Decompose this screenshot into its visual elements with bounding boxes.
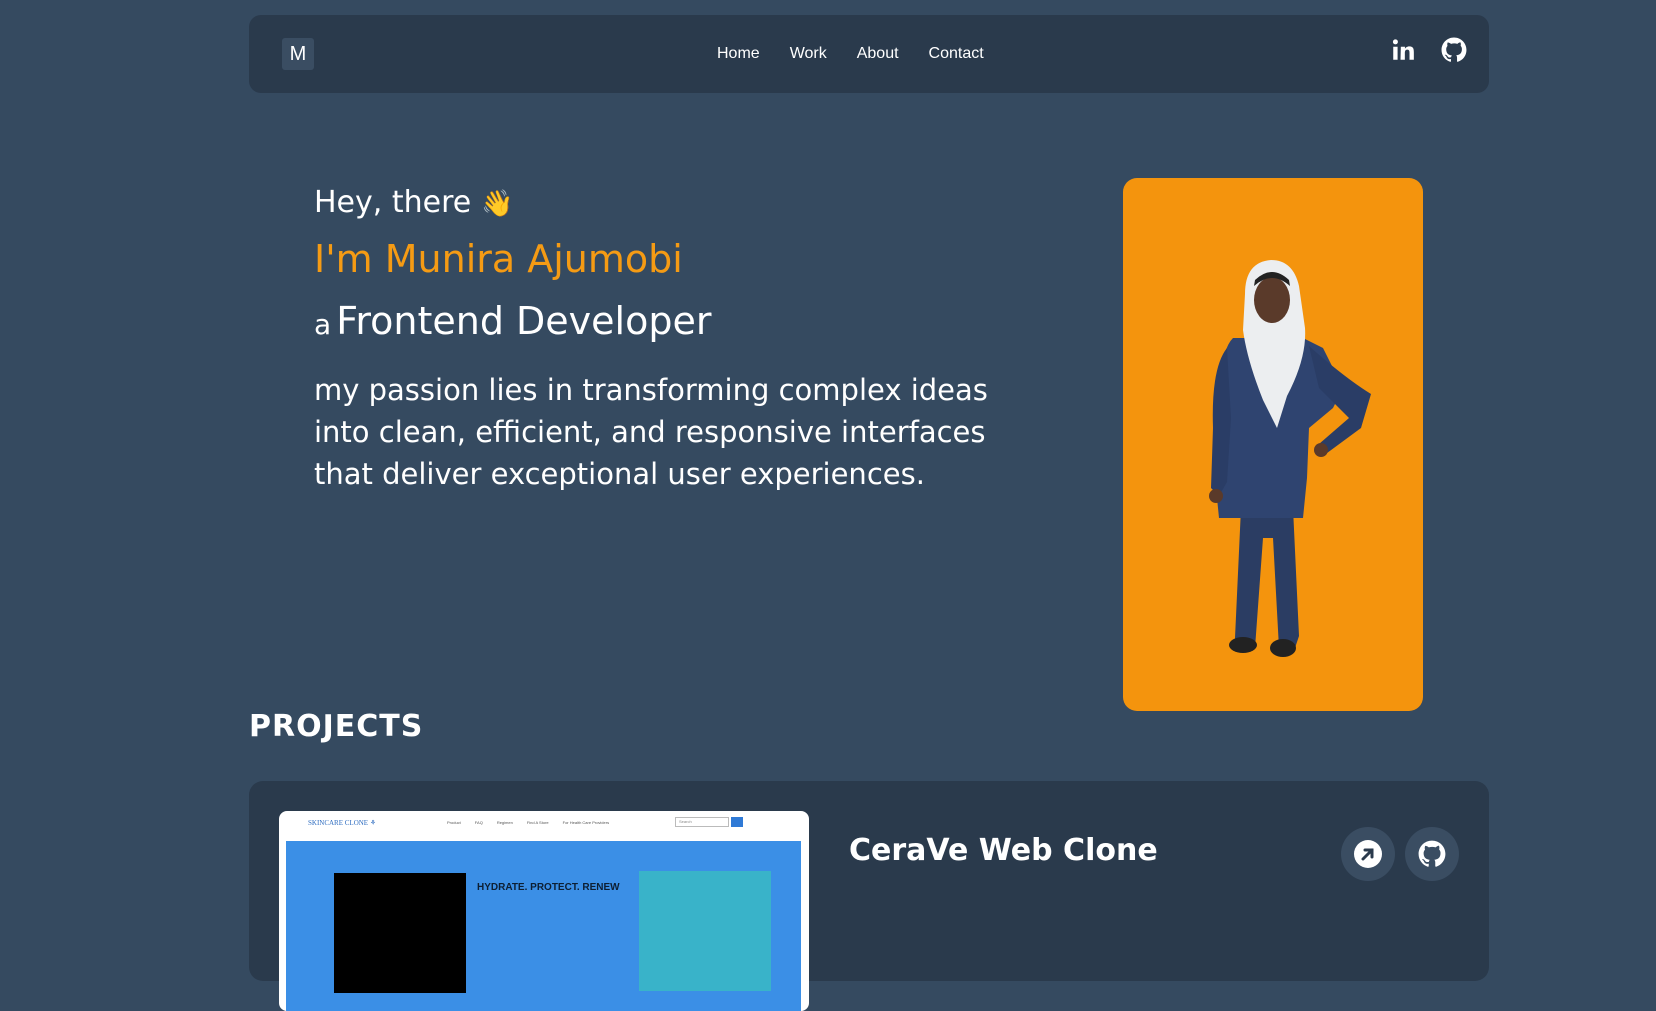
- nav-links: Home Work About Contact: [717, 15, 984, 93]
- thumbnail-menu-item: Find A Store: [526, 820, 549, 825]
- social-links: [1390, 37, 1467, 63]
- role-prefix: a: [314, 308, 332, 341]
- thumbnail-brand: SKINCARE CLONE ⚘: [308, 819, 377, 827]
- hero-name: I'm Munira Ajumobi: [314, 237, 683, 281]
- external-link-icon: [1354, 840, 1382, 868]
- project-github-button[interactable]: [1405, 827, 1459, 881]
- thumbnail-search: Search: [675, 817, 729, 827]
- greeting: Hey, there 👋: [314, 180, 1044, 227]
- person-illustration: [1209, 260, 1371, 657]
- thumbnail-search-icon: [731, 817, 743, 827]
- project-card: SKINCARE CLONE ⚘ Product FAQ Regimen Fin…: [249, 781, 1489, 1011]
- thumbnail-video-block: [334, 873, 466, 993]
- thumbnail-menu-item: Regimen: [496, 820, 513, 825]
- project-thumbnail[interactable]: SKINCARE CLONE ⚘ Product FAQ Regimen Fin…: [279, 811, 809, 1011]
- role-title: Frontend Developer: [336, 299, 712, 343]
- live-demo-button[interactable]: [1341, 827, 1395, 881]
- nav-link-about[interactable]: About: [857, 45, 899, 63]
- thumbnail-menu-item: FAQ: [474, 820, 483, 825]
- profile-photo: [1123, 178, 1423, 711]
- linkedin-icon[interactable]: [1390, 37, 1416, 63]
- thumbnail-menu: Product FAQ Regimen Find A Store For Hea…: [447, 820, 609, 825]
- thumbnail-navbar: SKINCARE CLONE ⚘ Product FAQ Regimen Fin…: [279, 811, 809, 839]
- thumbnail-product-image: [639, 871, 771, 991]
- hero-description: my passion lies in transforming complex …: [314, 373, 988, 491]
- navbar: M Home Work About Contact: [249, 15, 1489, 93]
- github-icon: [1418, 840, 1446, 867]
- project-title: CeraVe Web Clone: [849, 833, 1158, 868]
- nav-link-work[interactable]: Work: [790, 45, 827, 63]
- thumbnail-tagline: HYDRATE. PROTECT. RENEW: [477, 882, 620, 893]
- hero-role: a Frontend Developer: [314, 291, 1044, 359]
- project-actions: [1341, 827, 1459, 881]
- thumbnail-menu-item: Product: [447, 820, 461, 825]
- wave-emoji-icon: 👋: [481, 189, 514, 219]
- nav-link-contact[interactable]: Contact: [929, 45, 984, 63]
- greeting-text: Hey, there: [314, 185, 472, 220]
- thumbnail-menu-item: For Health Care Providers: [562, 820, 610, 825]
- logo[interactable]: M: [282, 38, 314, 70]
- github-icon[interactable]: [1441, 37, 1467, 63]
- projects-heading: PROJECTS: [249, 709, 424, 744]
- hero-intro: Hey, there 👋 I'm Munira Ajumobi a Fronten…: [314, 180, 1044, 495]
- nav-link-home[interactable]: Home: [717, 45, 760, 63]
